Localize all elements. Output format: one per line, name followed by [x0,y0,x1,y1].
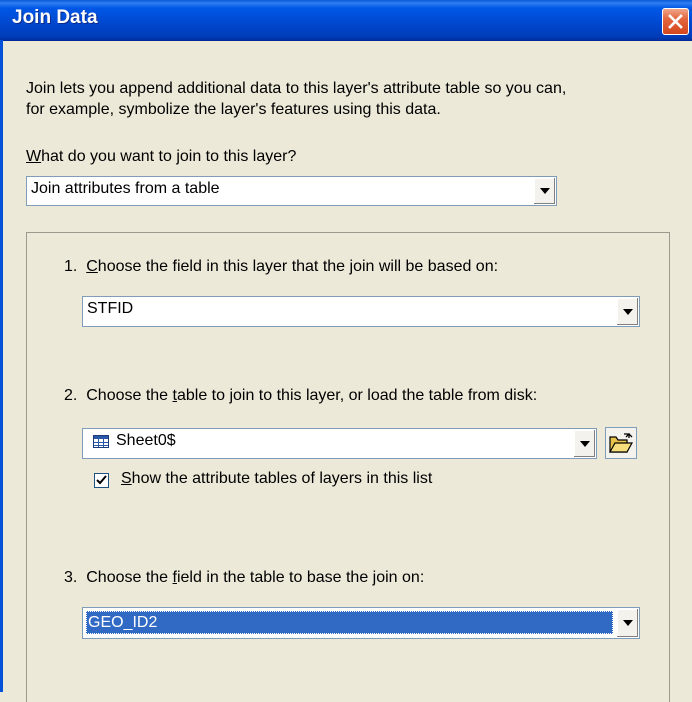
window-title: Join Data [12,7,98,28]
join-type-dropdown[interactable]: Join attributes from a table [26,176,557,206]
join-table-field-value: GEO_ID2 [86,611,613,634]
close-icon [668,14,683,29]
browse-table-button[interactable] [605,427,637,459]
step3-label-b: ield in the table to base the join on: [176,569,425,586]
join-table-value: Sheet0$ [116,432,176,449]
window-border [0,40,3,692]
layer-field-dropdown[interactable]: STFID [82,296,640,327]
chevron-down-icon [579,440,590,447]
chevron-down-icon [622,308,633,315]
step2-label-a: 2. Choose the [64,387,173,404]
layer-field-dropdown-button[interactable] [616,298,638,325]
join-type-label-text: hat do you want to join to this layer? [41,148,297,165]
open-folder-icon [609,433,633,453]
table-icon [93,435,109,448]
chevron-down-icon [539,188,550,194]
step3-label: 3. Choose the field in the table to base… [64,569,424,587]
join-table-dropdown-button[interactable] [573,430,595,457]
layer-field-value: STFID [87,300,134,317]
step3-label-a: 3. Choose the [64,569,173,586]
chevron-down-icon [622,620,633,626]
join-type-value: Join attributes from a table [31,180,220,197]
join-table-dropdown[interactable]: Sheet0$ [82,428,597,459]
checkbox-label-text: how the attribute tables of layers in th… [131,470,433,487]
join-table-field-dropdown[interactable]: GEO_ID2 [82,607,640,639]
title-bar: Join Data [0,0,692,41]
step2-label-b: able to join to this layer, or load the … [176,387,538,404]
join-type-label-mnemonic: W [26,148,42,165]
step1-label-a: 1. [64,258,87,275]
show-attribute-tables-checkbox[interactable] [94,473,109,488]
intro-line-1: Join lets you append additional data to … [26,80,567,97]
intro-text: Join lets you append additional data to … [26,78,676,120]
checkbox-label-mnemonic: S [121,470,132,487]
intro-line-2: for example, symbolize the layer's featu… [26,101,441,118]
step1-label-b: hoose the field in this layer that the j… [97,258,499,275]
step1-label-mnemonic: C [86,258,98,275]
show-attribute-tables-label[interactable]: Show the attribute tables of layers in t… [121,470,432,488]
join-type-dropdown-button[interactable] [533,178,555,204]
join-type-label: What do you want to join to this layer? [26,148,296,166]
close-button[interactable] [662,8,689,35]
join-table-field-dropdown-button[interactable] [616,609,638,637]
checkmark-icon [96,475,107,485]
step1-label: 1. Choose the field in this layer that t… [64,258,498,276]
step2-label: 2. Choose the table to join to this laye… [64,387,537,405]
